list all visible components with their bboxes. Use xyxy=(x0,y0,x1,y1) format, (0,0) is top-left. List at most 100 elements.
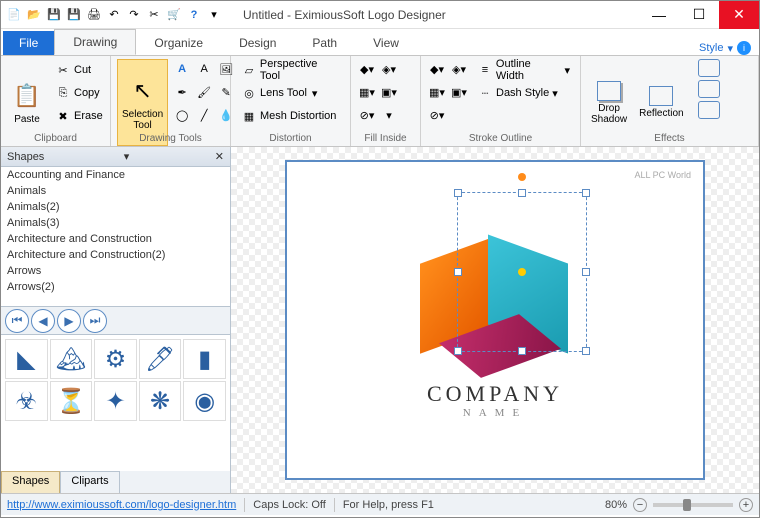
print-icon[interactable]: 🖨 xyxy=(85,6,103,24)
panel-close-icon[interactable]: ✕ xyxy=(215,150,224,163)
group-drawing-label: Drawing Tools xyxy=(111,133,230,144)
nav-prev-icon[interactable]: ◀ xyxy=(31,309,55,333)
line-tool-icon[interactable]: ╱ xyxy=(194,105,214,125)
text-tool-icon[interactable]: A xyxy=(172,59,192,79)
shape-thumb[interactable]: 🖊 xyxy=(139,339,182,379)
fill-picture-icon[interactable]: ▣▾ xyxy=(379,82,399,102)
tab-drawing[interactable]: Drawing xyxy=(54,29,136,55)
qat-more-icon[interactable]: ▾ xyxy=(205,6,223,24)
effect-preset-2[interactable] xyxy=(698,80,720,98)
width-icon: ≡ xyxy=(477,62,493,78)
new-icon[interactable]: 📄 xyxy=(5,6,23,24)
zoom-in-button[interactable]: + xyxy=(739,498,753,512)
close-button[interactable]: ✕ xyxy=(719,1,759,29)
canvas-area[interactable]: ALL PC World COMPANY NAME xyxy=(231,147,759,493)
shape-thumb[interactable]: ⚙ xyxy=(94,339,137,379)
help-icon[interactable]: ? xyxy=(185,6,203,24)
shape-thumb[interactable]: 🏔 xyxy=(50,339,93,379)
effect-preset-1[interactable] xyxy=(698,59,720,77)
redo-icon[interactable]: ↷ xyxy=(125,6,143,24)
stroke-pic-icon[interactable]: ▣▾ xyxy=(449,82,469,102)
maximize-button[interactable]: ☐ xyxy=(679,1,719,29)
rotate-handle[interactable] xyxy=(518,173,526,181)
center-handle[interactable] xyxy=(518,268,526,276)
undo-icon[interactable]: ↶ xyxy=(105,6,123,24)
cut-button[interactable]: ✂Cut xyxy=(51,59,107,81)
perspective-button[interactable]: ▱Perspective Tool xyxy=(237,59,344,81)
canvas[interactable]: ALL PC World COMPANY NAME xyxy=(285,160,705,480)
list-item[interactable]: Arrows xyxy=(1,263,230,279)
stroke-pat-icon[interactable]: ▦▾ xyxy=(427,82,447,102)
mesh-button[interactable]: ▦Mesh Distortion xyxy=(237,105,344,127)
panel-dropdown-icon[interactable]: ▾ xyxy=(124,150,130,163)
group-fill-label: Fill Inside xyxy=(351,133,420,144)
tab-design[interactable]: Design xyxy=(221,31,294,55)
list-item[interactable]: Animals xyxy=(1,183,230,199)
outline-width-button[interactable]: ≡Outline Width▾ xyxy=(473,59,574,81)
shapes-category-list: Accounting and Finance Animals Animals(2… xyxy=(1,167,230,307)
shape-thumb[interactable]: ✦ xyxy=(94,381,137,421)
text-path-icon[interactable]: A xyxy=(194,59,214,79)
open-icon[interactable]: 📂 xyxy=(25,6,43,24)
fill-solid-icon[interactable]: ◆▾ xyxy=(357,59,377,79)
shape-thumb[interactable]: ⏳ xyxy=(50,381,93,421)
stroke-none-icon[interactable]: ⊘▾ xyxy=(427,105,447,125)
list-item[interactable]: Animals(2) xyxy=(1,199,230,215)
selection-box[interactable] xyxy=(457,192,587,352)
scissors-icon: ✂ xyxy=(55,62,71,78)
shape-tool-icon[interactable]: ◯ xyxy=(172,105,192,125)
status-url[interactable]: http://www.eximioussoft.com/logo-designe… xyxy=(7,499,236,511)
lens-icon: ◎ xyxy=(241,85,257,101)
minimize-button[interactable]: — xyxy=(639,1,679,29)
list-item[interactable]: Animals(3) xyxy=(1,215,230,231)
list-item[interactable]: Accounting and Finance xyxy=(1,167,230,183)
fill-more-icon[interactable]: ▾ xyxy=(379,105,399,125)
cut-icon[interactable]: ✂ xyxy=(145,6,163,24)
brush-tool-icon[interactable]: 🖌 xyxy=(194,82,214,102)
help-hint: For Help, press F1 xyxy=(343,499,434,511)
fill-gradient-icon[interactable]: ◈▾ xyxy=(379,59,399,79)
shape-thumb[interactable]: ◣ xyxy=(5,339,48,379)
nav-first-icon[interactable]: ⏮ xyxy=(5,309,29,333)
tab-path[interactable]: Path xyxy=(294,31,355,55)
nav-last-icon[interactable]: ⏭ xyxy=(83,309,107,333)
fill-none-icon[interactable]: ⊘▾ xyxy=(357,105,377,125)
lens-button[interactable]: ◎Lens Tool▾ xyxy=(237,82,344,104)
group-clipboard-label: Clipboard xyxy=(1,133,110,144)
list-item[interactable]: Architecture and Construction(2) xyxy=(1,247,230,263)
saveas-icon[interactable]: 💾 xyxy=(65,6,83,24)
stroke-solid-icon[interactable]: ◆▾ xyxy=(427,59,447,79)
zoom-slider[interactable] xyxy=(653,503,733,507)
tab-view[interactable]: View xyxy=(355,31,417,55)
shape-thumb[interactable]: ◉ xyxy=(183,381,226,421)
shape-thumb[interactable]: ❋ xyxy=(139,381,182,421)
file-tab[interactable]: File xyxy=(3,31,54,55)
erase-icon: ✖ xyxy=(55,108,71,124)
tab-organize[interactable]: Organize xyxy=(136,31,221,55)
stroke-grad-icon[interactable]: ◈▾ xyxy=(449,59,469,79)
name-text[interactable]: NAME xyxy=(463,407,527,419)
save-icon[interactable]: 💾 xyxy=(45,6,63,24)
side-tab-shapes[interactable]: Shapes xyxy=(1,471,60,493)
fill-pattern-icon[interactable]: ▦▾ xyxy=(357,82,377,102)
group-effects-label: Effects xyxy=(581,133,758,144)
mesh-icon: ▦ xyxy=(241,108,257,124)
company-text[interactable]: COMPANY xyxy=(427,381,563,407)
nav-next-icon[interactable]: ▶ xyxy=(57,309,81,333)
dash-style-button[interactable]: ┈Dash Style▾ xyxy=(473,82,574,104)
style-dropdown[interactable]: Style▾ i xyxy=(699,41,751,55)
list-item[interactable]: Arrows(2) xyxy=(1,279,230,295)
pen-tool-icon[interactable]: ✒ xyxy=(172,82,192,102)
list-item[interactable]: Architecture and Construction xyxy=(1,231,230,247)
cart-icon[interactable]: 🛒 xyxy=(165,6,183,24)
copy-button[interactable]: ⎘Copy xyxy=(51,82,107,104)
shape-thumb[interactable]: ▮ xyxy=(183,339,226,379)
shape-thumb[interactable]: ☣ xyxy=(5,381,48,421)
zoom-value: 80% xyxy=(605,499,627,511)
erase-button[interactable]: ✖Erase xyxy=(51,105,107,127)
effect-preset-3[interactable] xyxy=(698,101,720,119)
side-tab-cliparts[interactable]: Cliparts xyxy=(60,471,119,493)
group-stroke-label: Stroke Outline xyxy=(421,133,580,144)
perspective-icon: ▱ xyxy=(241,62,257,78)
zoom-out-button[interactable]: − xyxy=(633,498,647,512)
